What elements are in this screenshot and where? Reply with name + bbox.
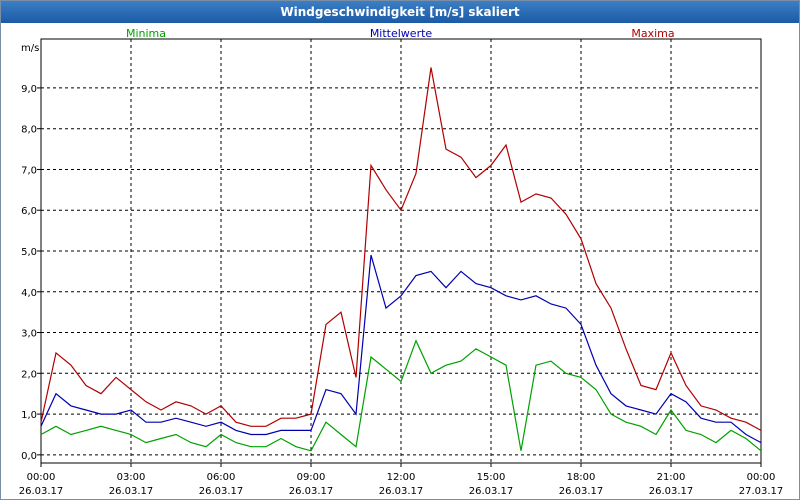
y-axis-unit-label: m/s (21, 43, 39, 54)
x-tick-date-label: 26.03.17 (379, 486, 424, 497)
y-tick-label: 9,0 (21, 84, 37, 95)
y-tick-label: 8,0 (21, 125, 37, 136)
x-tick-time-label: 06:00 (207, 472, 236, 483)
x-tick-time-label: 15:00 (477, 472, 506, 483)
x-axis: 00:00 26.03.17 03:00 26.03.17 06:00 26.03.17 0… (19, 463, 784, 497)
x-tick-time-label: 21:00 (657, 472, 686, 483)
x-tick-date-label: 26.03.17 (649, 486, 694, 497)
x-tick-date-label: 26.03.17 (559, 486, 604, 497)
line-chart: 0,0 1,0 2,0 3,0 4,0 5,0 6,0 7,0 8,0 9,0 00:00 26.0… (19, 27, 784, 497)
chart-window: Windgeschwindigkeit [m/s] skaliert 0,0 1,… (0, 0, 800, 500)
x-tick-date-label: 27.03.17 (739, 486, 784, 497)
x-tick-date-label: 26.03.17 (109, 486, 154, 497)
x-tick-time-label: 03:00 (117, 472, 146, 483)
y-axis: 0,0 1,0 2,0 3,0 4,0 5,0 6,0 7,0 8,0 9,0 (21, 84, 41, 462)
legend-minima: Minima (126, 27, 166, 40)
x-tick-time-label: 12:00 (387, 472, 416, 483)
x-tick-date-label: 26.03.17 (469, 486, 514, 497)
x-tick-date-label: 26.03.17 (289, 486, 334, 497)
y-tick-label: 4,0 (21, 288, 37, 299)
y-tick-label: 6,0 (21, 206, 37, 217)
x-tick-date-label: 26.03.17 (199, 486, 244, 497)
x-tick-time-label: 00:00 (27, 472, 56, 483)
x-tick-date-label: 26.03.17 (19, 486, 64, 497)
y-tick-label: 5,0 (21, 247, 37, 258)
legend-mittelwerte: Mittelwerte (370, 27, 433, 40)
x-tick-time-label: 18:00 (567, 472, 596, 483)
legend-maxima: Maxima (631, 27, 674, 40)
y-tick-label: 2,0 (21, 369, 37, 380)
y-tick-label: 3,0 (21, 329, 37, 340)
y-tick-label: 1,0 (21, 410, 37, 421)
x-tick-time-label: 09:00 (297, 472, 326, 483)
y-tick-label: 7,0 (21, 165, 37, 176)
y-tick-label: 0,0 (21, 451, 37, 462)
x-tick-time-label: 00:00 (747, 472, 776, 483)
